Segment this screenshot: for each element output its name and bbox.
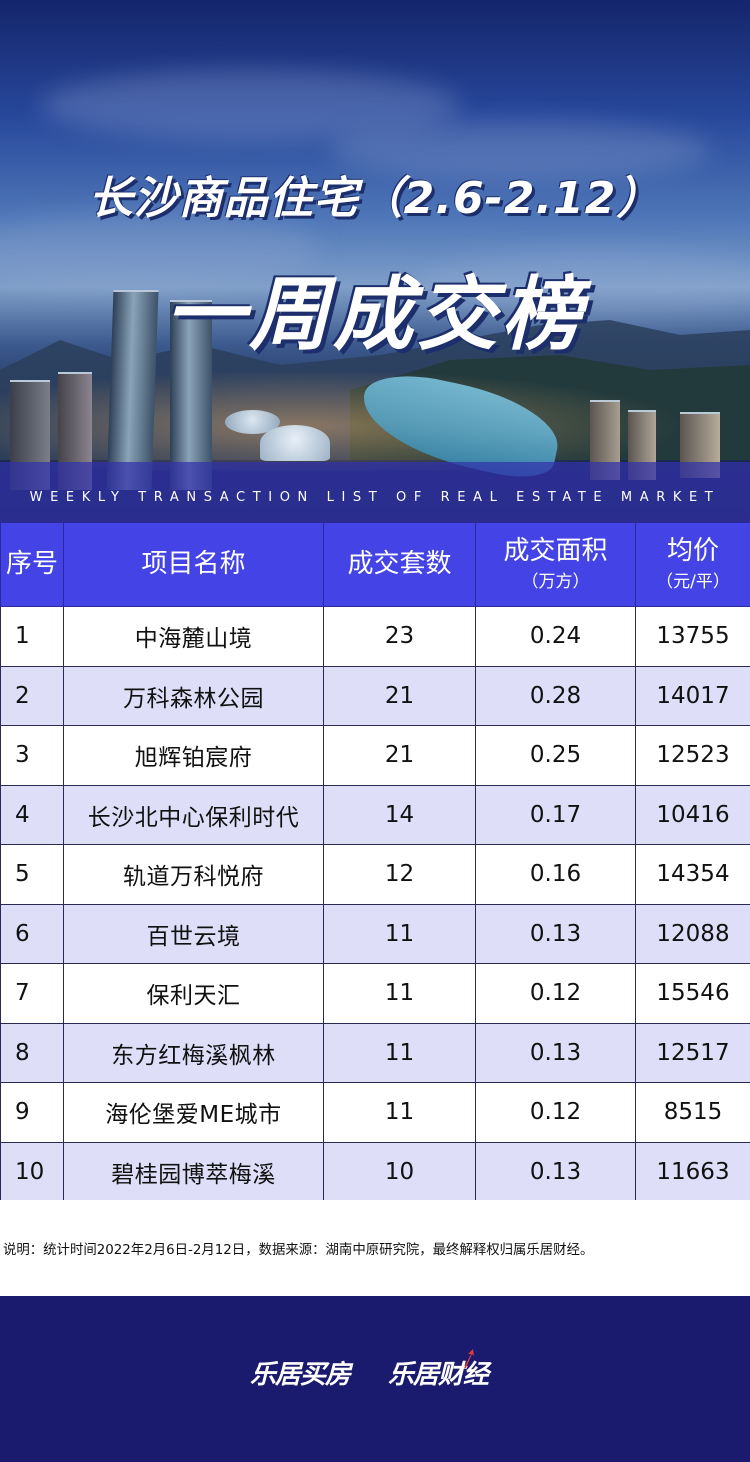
rank-index: 7: [0, 963, 64, 1024]
footer: 乐居买房 乐居财经: [0, 1296, 750, 1462]
table-row: 3 旭辉铂宸府 21 0.25 12523: [0, 725, 750, 786]
avg-price: 15546: [635, 963, 750, 1024]
project-name: 海伦堡爱ME城市: [63, 1082, 324, 1143]
deal-area: 0.13: [475, 1141, 636, 1202]
header-index-label: 序号: [5, 548, 58, 579]
table-row: 8 东方红梅溪枫林 11 0.13 12517: [0, 1022, 750, 1083]
rank-index: 2: [0, 665, 64, 726]
deal-area: 0.24: [475, 606, 636, 667]
deal-count: 21: [323, 725, 476, 786]
ranking-table: 序号 项目名称 成交套数 成交面积 （万方） 均价 （元/平） 1 中海麓山境 23…: [0, 522, 750, 1202]
hero-banner: 长沙商品住宅（2.6-2.12） 一周成交榜 WEEKLY TRANSACTIO…: [0, 0, 750, 522]
header-price: 均价 （元/平）: [635, 522, 750, 607]
dome-building: [260, 425, 330, 461]
arrow-up-icon: [464, 1349, 474, 1368]
rank-index: 10: [0, 1141, 64, 1202]
subtitle-en: WEEKLY TRANSACTION LIST OF REAL ESTATE M…: [29, 490, 721, 505]
deal-area: 0.28: [475, 665, 636, 726]
deal-count: 23: [323, 606, 476, 667]
project-name: 百世云境: [63, 903, 324, 964]
header-price-label: 均价: [666, 535, 719, 566]
deal-area: 0.25: [475, 725, 636, 786]
header-price-unit: （元/平）: [656, 571, 730, 592]
project-name: 轨道万科悦府: [63, 844, 324, 905]
table-row: 5 轨道万科悦府 12 0.16 14354: [0, 844, 750, 905]
deal-count: 11: [323, 1022, 476, 1083]
table-row: 1 中海麓山境 23 0.24 13755: [0, 606, 750, 667]
deal-count: 11: [323, 903, 476, 964]
avg-price: 12523: [635, 725, 750, 786]
rank-index: 3: [0, 725, 64, 786]
rank-index: 8: [0, 1022, 64, 1083]
note-section: 说明：统计时间2022年2月6日-2月12日，数据来源：湖南中原研究院，最终解释…: [0, 1200, 750, 1296]
header-count: 成交套数: [323, 522, 476, 607]
deal-count: 11: [323, 963, 476, 1024]
logo-lejumaifang: 乐居买房: [250, 1360, 351, 1390]
deal-area: 0.13: [475, 903, 636, 964]
project-name: 东方红梅溪枫林: [63, 1022, 324, 1083]
avg-price: 12517: [635, 1022, 750, 1083]
header-name-label: 项目名称: [141, 548, 246, 579]
table-row: 9 海伦堡爱ME城市 11 0.12 8515: [0, 1082, 750, 1143]
title-line2: 一周成交榜: [165, 268, 585, 361]
avg-price: 14017: [635, 665, 750, 726]
table-row: 10 碧桂园博萃梅溪 10 0.13 11663: [0, 1141, 750, 1202]
project-name: 碧桂园博萃梅溪: [63, 1141, 324, 1202]
rank-index: 9: [0, 1082, 64, 1143]
deal-count: 14: [323, 784, 476, 845]
project-name: 万科森林公园: [63, 665, 324, 726]
deal-count: 21: [323, 665, 476, 726]
table-header-row: 序号 项目名称 成交套数 成交面积 （万方） 均价 （元/平）: [0, 522, 750, 607]
note-text: 说明：统计时间2022年2月6日-2月12日，数据来源：湖南中原研究院，最终解释…: [3, 1243, 594, 1258]
table-row: 2 万科森林公园 21 0.28 14017: [0, 665, 750, 726]
deal-area: 0.12: [475, 963, 636, 1024]
deal-area: 0.17: [475, 784, 636, 845]
header-count-label: 成交套数: [347, 548, 452, 579]
project-name: 中海麓山境: [63, 606, 324, 667]
table-row: 7 保利天汇 11 0.12 15546: [0, 963, 750, 1024]
deal-area: 0.16: [475, 844, 636, 905]
avg-price: 12088: [635, 903, 750, 964]
header-area-unit: （万方）: [521, 571, 590, 592]
header-area: 成交面积 （万方）: [475, 522, 636, 607]
deal-area: 0.12: [475, 1082, 636, 1143]
avg-price: 8515: [635, 1082, 750, 1143]
project-name: 旭辉铂宸府: [63, 725, 324, 786]
project-name: 保利天汇: [63, 963, 324, 1024]
table-row: 6 百世云境 11 0.13 12088: [0, 903, 750, 964]
avg-price: 11663: [635, 1141, 750, 1202]
deal-count: 10: [323, 1141, 476, 1202]
table-row: 4 长沙北中心保利时代 14 0.17 10416: [0, 784, 750, 845]
avg-price: 10416: [635, 784, 750, 845]
rank-index: 4: [0, 784, 64, 845]
deal-area: 0.13: [475, 1022, 636, 1083]
header-area-label: 成交面积: [503, 535, 608, 566]
header-index: 序号: [0, 522, 64, 607]
deal-count: 12: [323, 844, 476, 905]
rank-index: 5: [0, 844, 64, 905]
deal-count: 11: [323, 1082, 476, 1143]
title-line1: 长沙商品住宅（2.6-2.12）: [88, 173, 662, 224]
project-name: 长沙北中心保利时代: [63, 784, 324, 845]
avg-price: 13755: [635, 606, 750, 667]
avg-price: 14354: [635, 844, 750, 905]
rank-index: 6: [0, 903, 64, 964]
table-body: 1 中海麓山境 23 0.24 13755 2 万科森林公园 21 0.28 14017 3 旭辉铂宸…: [0, 606, 750, 1202]
header-name: 项目名称: [63, 522, 324, 607]
rank-index: 1: [0, 606, 64, 667]
